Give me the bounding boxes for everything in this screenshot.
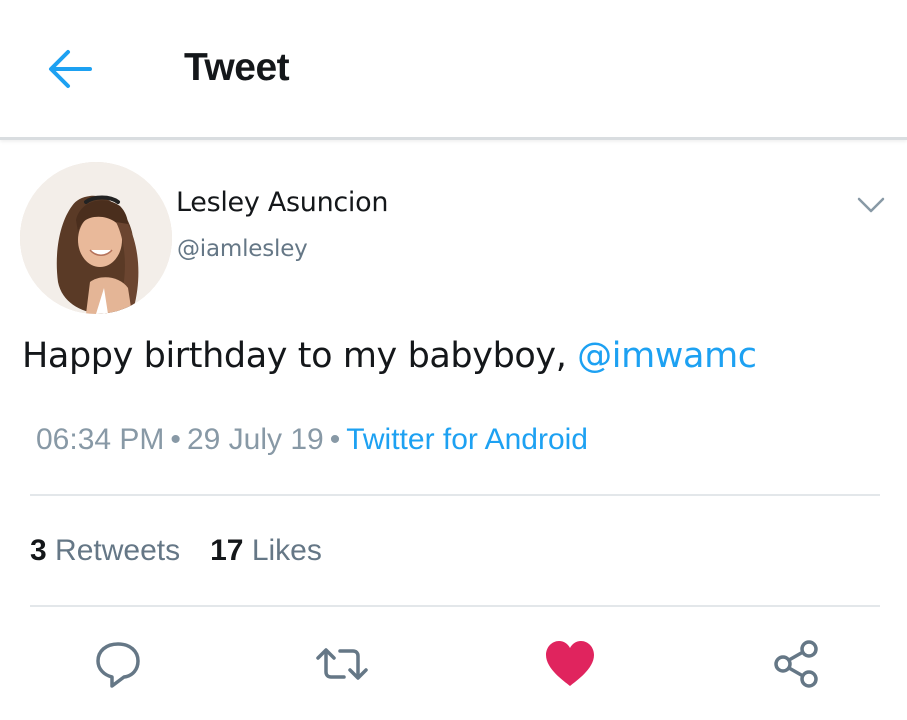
likes-label: Likes <box>251 534 322 567</box>
retweet-button[interactable] <box>314 636 370 692</box>
retweets-label: Retweets <box>55 534 181 567</box>
author-name[interactable]: Lesley Asuncion <box>176 187 388 218</box>
avatar[interactable] <box>20 162 172 314</box>
top-bar: Tweet <box>0 0 907 140</box>
tweet-source-link[interactable]: Twitter for Android <box>346 423 588 456</box>
chevron-down-icon <box>857 197 885 213</box>
separator-dot: • <box>329 423 341 456</box>
mention-link[interactable]: @imwamc <box>577 336 757 376</box>
divider <box>30 605 880 607</box>
reply-icon <box>96 642 140 688</box>
tweet-options-button[interactable] <box>855 193 887 217</box>
arrow-left-icon <box>49 50 92 88</box>
retweet-icon <box>316 648 368 680</box>
back-button[interactable] <box>44 46 94 92</box>
divider <box>30 494 880 496</box>
retweets-count: 3 <box>30 534 47 567</box>
share-button[interactable] <box>768 636 824 692</box>
tweet-meta: 06:34 PM • 29 July 19 • Twitter for Android <box>36 423 588 457</box>
engagement-stats: 3 Retweets 17 Likes <box>30 534 322 568</box>
tweet-body: Happy birthday to my babyboy, <box>22 336 578 376</box>
like-button[interactable] <box>542 636 598 692</box>
page-title: Tweet <box>184 46 290 89</box>
likes-stat[interactable]: 17 Likes <box>210 534 322 568</box>
tweet-time: 06:34 PM <box>36 423 165 456</box>
author-handle[interactable]: @iamlesley <box>177 236 308 262</box>
separator-dot: • <box>170 423 181 456</box>
share-icon <box>774 640 818 688</box>
likes-count: 17 <box>210 534 244 567</box>
tweet-text: Happy birthday to my babyboy, @imwamc <box>22 336 757 376</box>
retweets-stat[interactable]: 3 Retweets <box>30 534 180 568</box>
profile-photo <box>20 162 172 314</box>
tweet-date: 29 July 19 <box>186 423 324 456</box>
reply-button[interactable] <box>90 636 146 692</box>
heart-icon <box>546 641 594 686</box>
